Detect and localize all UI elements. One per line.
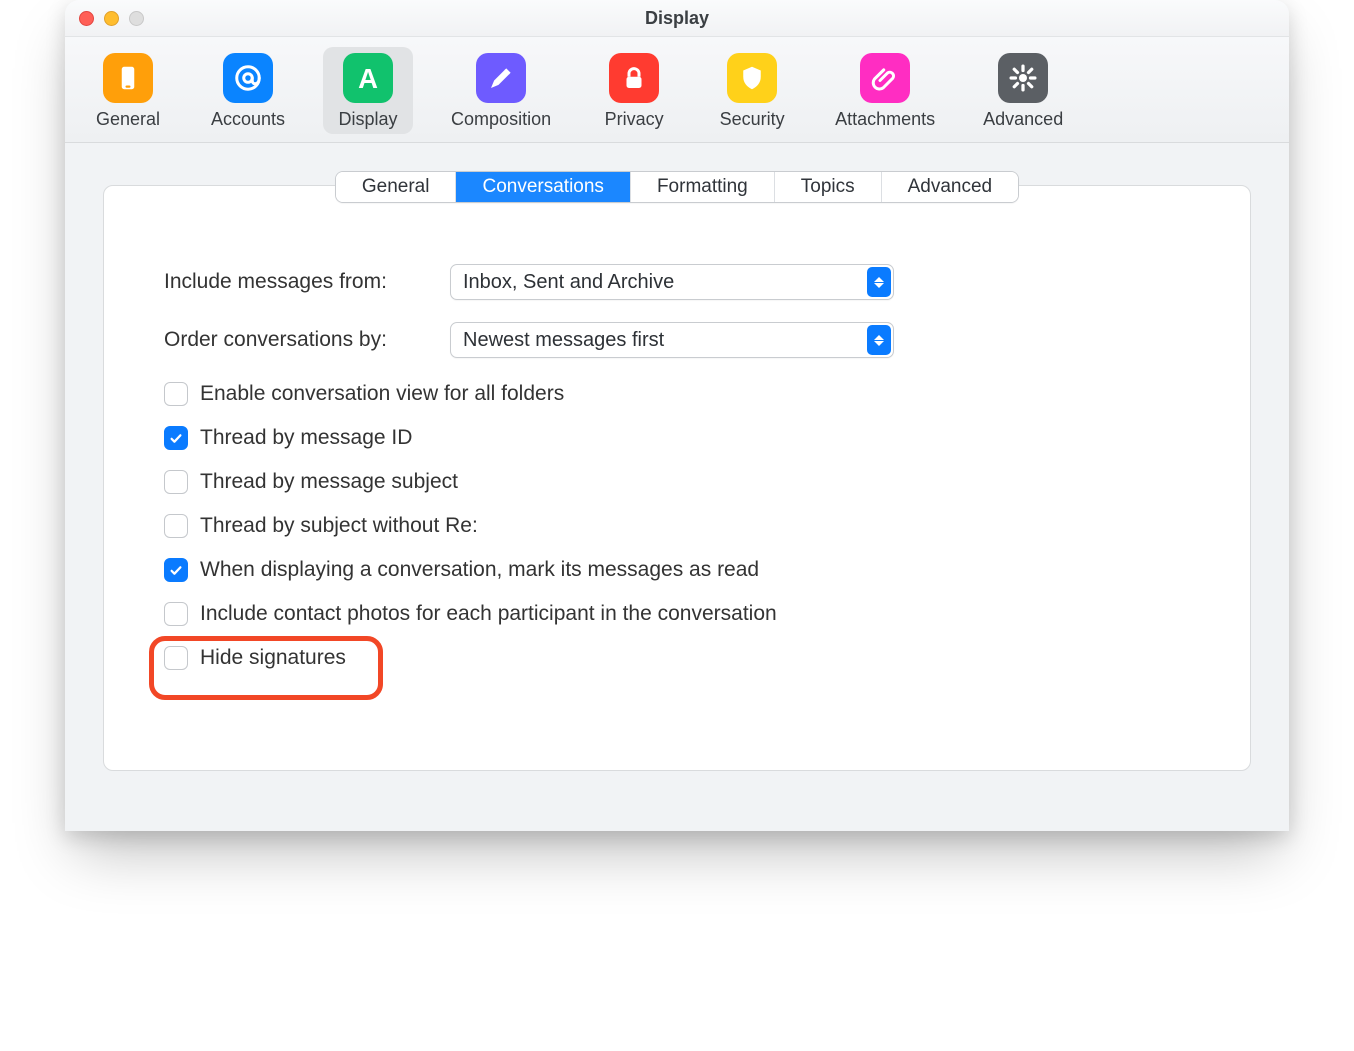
toolbar-item-attachments[interactable]: Attachments xyxy=(825,47,945,134)
toolbar-item-general[interactable]: General xyxy=(83,47,173,134)
checkbox-label: Hide signatures xyxy=(200,646,346,670)
pencil-icon xyxy=(476,53,526,103)
tab-topics[interactable]: Topics xyxy=(775,172,882,202)
checkbox-label: Include contact photos for each particip… xyxy=(200,602,777,626)
order-conversations-select[interactable]: Newest messages first xyxy=(450,322,894,358)
shield-icon xyxy=(727,53,777,103)
include-messages-value: Inbox, Sent and Archive xyxy=(463,271,674,294)
order-conversations-row: Order conversations by: Newest messages … xyxy=(164,322,1190,358)
toolbar-item-label: Accounts xyxy=(211,109,285,130)
chevron-up-down-icon xyxy=(867,325,891,355)
checkbox-label: Thread by message subject xyxy=(200,470,458,494)
toolbar-item-privacy[interactable]: Privacy xyxy=(589,47,679,134)
checkbox-label: Thread by message ID xyxy=(200,426,412,450)
gear-icon xyxy=(998,53,1048,103)
window-title: Display xyxy=(65,8,1289,29)
checkbox-hide-signatures[interactable] xyxy=(164,646,188,670)
toolbar-item-advanced[interactable]: Advanced xyxy=(973,47,1073,134)
toolbar-item-label: General xyxy=(96,109,160,130)
checkbox-row-mark-read: When displaying a conversation, mark its… xyxy=(164,558,1190,582)
checkbox-row-thread-no-re: Thread by subject without Re: xyxy=(164,514,1190,538)
titlebar: Display xyxy=(65,0,1289,37)
checkbox-thread-no-re[interactable] xyxy=(164,514,188,538)
checkbox-mark-read[interactable] xyxy=(164,558,188,582)
checkbox-row-contact-photos: Include contact photos for each particip… xyxy=(164,602,1190,626)
checkbox-row-thread-id: Thread by message ID xyxy=(164,426,1190,450)
tab-conversations[interactable]: Conversations xyxy=(456,172,630,202)
lock-icon xyxy=(609,53,659,103)
toolbar-item-label: Privacy xyxy=(605,109,664,130)
toolbar-item-accounts[interactable]: Accounts xyxy=(201,47,295,134)
content-area: GeneralConversationsFormattingTopicsAdva… xyxy=(65,143,1289,831)
toolbar-item-label: Composition xyxy=(451,109,551,130)
tab-general[interactable]: General xyxy=(336,172,457,202)
checkbox-label: When displaying a conversation, mark its… xyxy=(200,558,759,582)
clip-icon xyxy=(860,53,910,103)
include-messages-row: Include messages from: Inbox, Sent and A… xyxy=(164,264,1190,300)
checkbox-label: Thread by subject without Re: xyxy=(200,514,478,538)
toolbar-item-label: Display xyxy=(339,109,398,130)
letter-a-icon xyxy=(343,53,393,103)
display-tab-bar: GeneralConversationsFormattingTopicsAdva… xyxy=(335,171,1019,203)
checkbox-row-enable-all: Enable conversation view for all folders xyxy=(164,382,1190,406)
order-conversations-value: Newest messages first xyxy=(463,329,664,352)
checkbox-row-thread-subject: Thread by message subject xyxy=(164,470,1190,494)
checkbox-contact-photos[interactable] xyxy=(164,602,188,626)
tab-formatting[interactable]: Formatting xyxy=(631,172,775,202)
phone-icon xyxy=(103,53,153,103)
toolbar-item-label: Advanced xyxy=(983,109,1063,130)
toolbar-item-security[interactable]: Security xyxy=(707,47,797,134)
include-messages-label: Include messages from: xyxy=(164,270,434,294)
toolbar-item-label: Attachments xyxy=(835,109,935,130)
tab-advanced[interactable]: Advanced xyxy=(882,172,1019,202)
toolbar-item-label: Security xyxy=(720,109,785,130)
checkbox-enable-all[interactable] xyxy=(164,382,188,406)
chevron-up-down-icon xyxy=(867,267,891,297)
include-messages-select[interactable]: Inbox, Sent and Archive xyxy=(450,264,894,300)
order-conversations-label: Order conversations by: xyxy=(164,328,434,352)
checkbox-thread-subject[interactable] xyxy=(164,470,188,494)
checkbox-label: Enable conversation view for all folders xyxy=(200,382,564,406)
conversations-panel: Include messages from: Inbox, Sent and A… xyxy=(103,185,1251,771)
preferences-toolbar: General Accounts Display Composition Privacy… xyxy=(65,37,1289,143)
at-icon xyxy=(223,53,273,103)
toolbar-item-composition[interactable]: Composition xyxy=(441,47,561,134)
preferences-window: Display General Accounts Display Compositio… xyxy=(65,0,1289,831)
toolbar-item-display[interactable]: Display xyxy=(323,47,413,134)
checkbox-thread-id[interactable] xyxy=(164,426,188,450)
checkbox-group: Enable conversation view for all folders… xyxy=(164,382,1190,670)
checkbox-row-hide-signatures: Hide signatures xyxy=(164,646,1190,670)
